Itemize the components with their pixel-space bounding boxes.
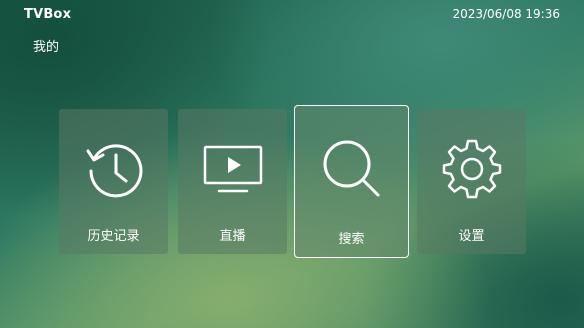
section-title: 我的	[33, 40, 60, 55]
tile-history-label: 历史记录	[87, 229, 140, 244]
history-icon	[86, 144, 142, 198]
tv-play-icon	[203, 145, 262, 193]
clock: 2023/06/08 19:36	[452, 7, 560, 21]
tile-settings-label: 设置	[458, 229, 485, 244]
tile-settings[interactable]: 设置	[417, 109, 526, 254]
tile-search[interactable]: 搜索	[294, 105, 409, 258]
app-title: TVBox	[24, 7, 72, 22]
tile-live-label: 直播	[219, 229, 246, 244]
gear-icon	[442, 139, 501, 199]
tile-search-label: 搜索	[338, 232, 365, 247]
search-icon	[323, 140, 379, 197]
tile-history[interactable]: 历史记录	[59, 109, 168, 254]
tile-live[interactable]: 直播	[178, 109, 287, 254]
